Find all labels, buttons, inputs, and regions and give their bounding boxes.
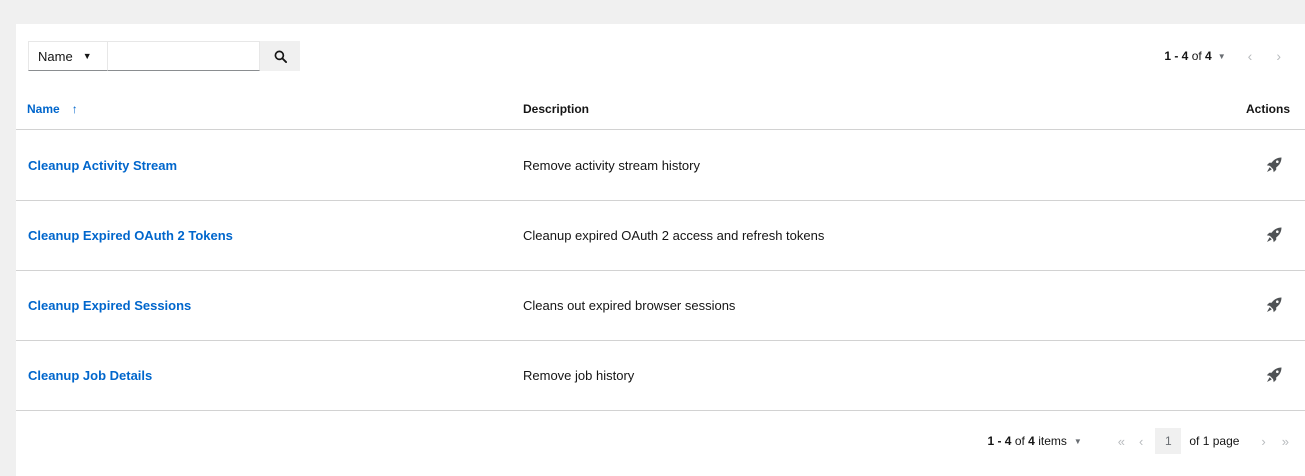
next-page-icon[interactable]: › <box>1261 434 1265 449</box>
rocket-icon[interactable] <box>1265 296 1283 314</box>
search-toolbar: Name ▼ <box>28 41 300 71</box>
caret-down-icon[interactable]: ▼ <box>1218 52 1226 61</box>
table-row: Cleanup Expired Sessions Cleans out expi… <box>16 271 1305 341</box>
bottom-of: of <box>1014 434 1029 448</box>
table-header: Name ↑ Description Actions <box>16 90 1305 130</box>
bottom-items-label: items <box>1038 434 1067 448</box>
page-count-label: of 1 page <box>1189 434 1240 448</box>
previous-page-icon[interactable]: ‹ <box>1139 434 1143 449</box>
last-page-icon[interactable]: » <box>1282 434 1289 449</box>
job-description: Cleans out expired browser sessions <box>523 298 736 313</box>
top-pagination: 1 - 4 of 4 ▼ ‹ › <box>1164 41 1281 71</box>
management-jobs-card: Name ▼ 1 - 4 of 4 ▼ ‹ › Name ↑ Descriptio… <box>16 24 1305 476</box>
rocket-icon[interactable] <box>1265 156 1283 174</box>
search-icon <box>274 50 287 63</box>
column-header-description: Description <box>523 102 590 116</box>
job-name-link[interactable]: Cleanup Activity Stream <box>28 158 177 173</box>
job-description: Remove activity stream history <box>523 158 700 173</box>
sort-ascending-icon: ↑ <box>71 102 78 116</box>
filter-type-label: Name <box>38 48 73 64</box>
bottom-pagination-toggle[interactable]: 1 - 4 of 4 items <box>987 434 1066 448</box>
caret-down-icon[interactable]: ▼ <box>1074 437 1082 446</box>
top-range: 1 - 4 <box>1164 49 1189 63</box>
job-name-link[interactable]: Cleanup Expired OAuth 2 Tokens <box>28 228 233 243</box>
top-pagination-toggle[interactable]: 1 - 4 of 4 <box>1164 49 1211 63</box>
bottom-total: 4 <box>1028 434 1035 448</box>
table-row: Cleanup Expired OAuth 2 Tokens Cleanup e… <box>16 201 1305 271</box>
column-name-label: Name <box>27 102 60 116</box>
rocket-icon[interactable] <box>1265 366 1283 384</box>
next-page-icon[interactable]: › <box>1276 48 1281 64</box>
job-name-link[interactable]: Cleanup Expired Sessions <box>28 298 191 313</box>
rocket-icon[interactable] <box>1265 226 1283 244</box>
job-description: Remove job history <box>523 368 635 383</box>
bottom-pagination: 1 - 4 of 4 items ▼ « ‹ 1 of 1 page › » <box>987 428 1289 454</box>
bottom-range: 1 - 4 <box>987 434 1012 448</box>
search-button[interactable] <box>260 41 300 71</box>
search-input[interactable] <box>108 41 260 71</box>
table-row: Cleanup Job Details Remove job history <box>16 341 1305 411</box>
job-description: Cleanup expired OAuth 2 access and refre… <box>523 228 825 243</box>
top-total: 4 <box>1205 49 1212 63</box>
column-header-actions: Actions <box>1245 102 1290 116</box>
job-name-link[interactable]: Cleanup Job Details <box>28 368 152 383</box>
first-page-icon[interactable]: « <box>1118 434 1125 449</box>
caret-down-icon: ▼ <box>82 51 92 61</box>
top-of: of <box>1191 49 1206 63</box>
column-header-name[interactable]: Name ↑ <box>27 102 78 116</box>
previous-page-icon[interactable]: ‹ <box>1248 48 1253 64</box>
table-row: Cleanup Activity Stream Remove activity … <box>16 131 1305 201</box>
page-number-input[interactable]: 1 <box>1155 428 1182 454</box>
filter-type-select[interactable]: Name ▼ <box>28 41 108 71</box>
